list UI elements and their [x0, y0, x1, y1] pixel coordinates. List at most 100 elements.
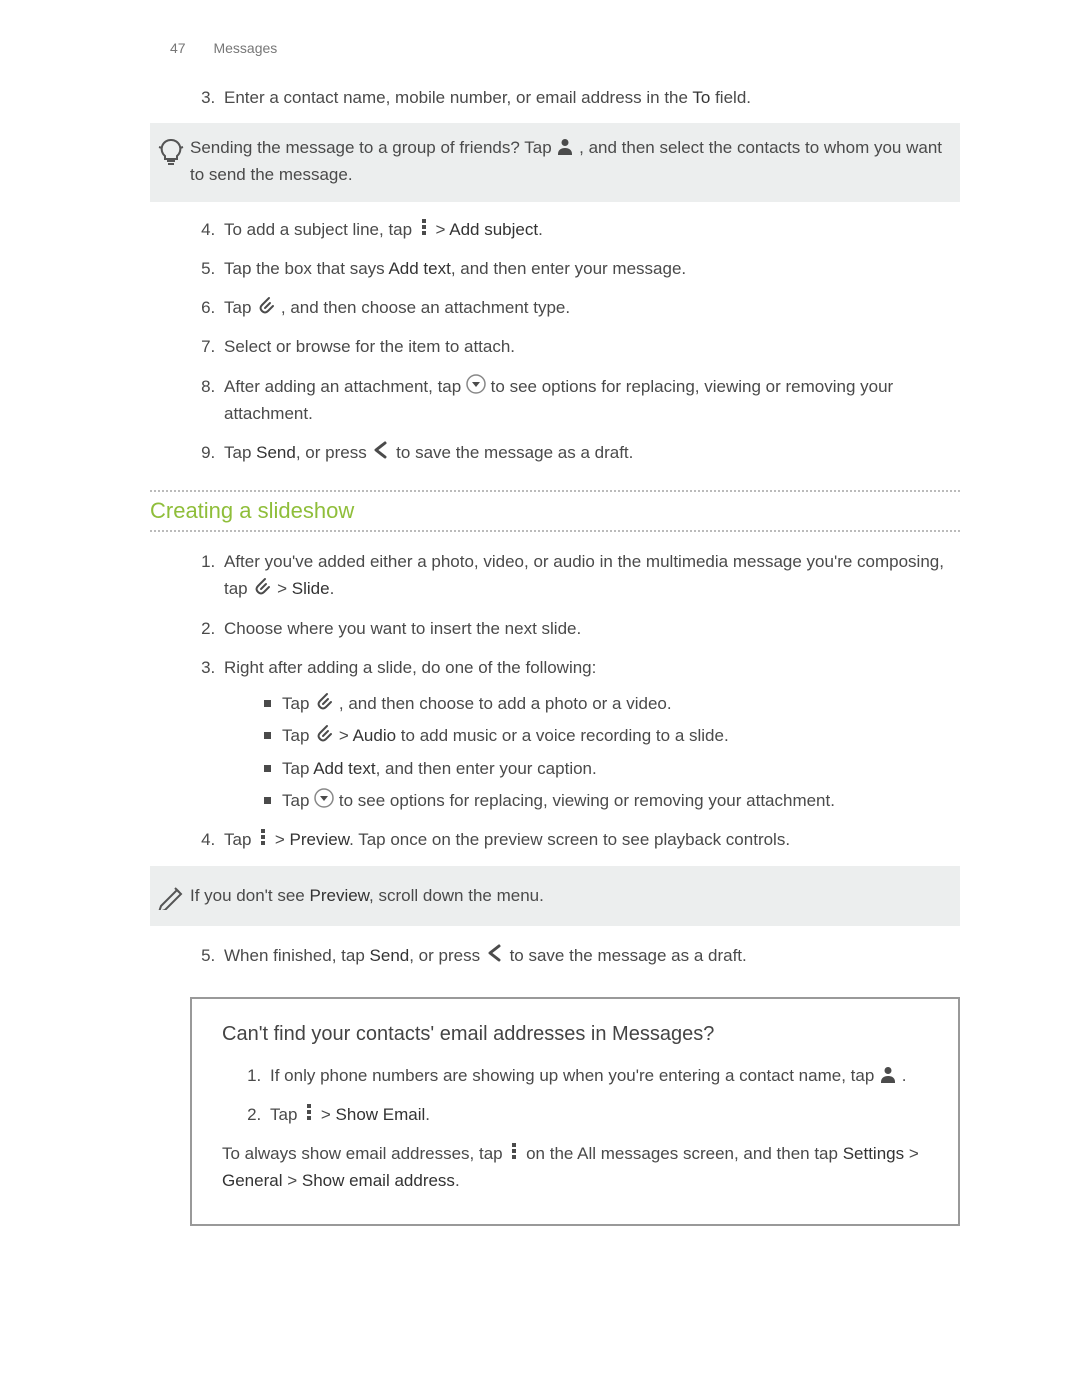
ss-step-3: Right after adding a slide, do one of th… [220, 654, 960, 815]
ss3-b4-suffix: to see options for replacing, viewing or… [339, 791, 835, 810]
contacts-email-callout: Can't find your contacts' email addresse… [190, 997, 960, 1227]
preview-note: If you don't see Preview, scroll down th… [150, 866, 960, 926]
attachment-icon [256, 295, 276, 315]
step-6-prefix: Tap [224, 298, 256, 317]
step-9: Tap Send, or press to save the message a… [220, 439, 960, 466]
step-9-prefix: Tap [224, 443, 256, 462]
step-3-suffix: field. [710, 88, 751, 107]
attachment-icon [314, 723, 334, 743]
section-title-slideshow: Creating a slideshow [150, 490, 960, 532]
dropdown-circle-icon [466, 374, 486, 394]
callout-list: If only phone numbers are showing up whe… [222, 1062, 928, 1128]
ss3-b2: Tap > Audio to add music or a voice reco… [264, 723, 960, 749]
page: 47 Messages Enter a contact name, mobile… [0, 0, 1080, 1397]
slide-label: Slide [292, 579, 330, 598]
ss3-b3-suffix: , and then enter your caption. [376, 759, 597, 778]
step-5-prefix: Tap the box that says [224, 259, 388, 278]
c1-prefix: If only phone numbers are showing up whe… [270, 1066, 879, 1085]
step-4-prefix: To add a subject line, tap [224, 220, 417, 239]
tip-text: Sending the message to a group of friend… [190, 135, 950, 188]
ss3-b1-suffix: , and then choose to add a photo or a vi… [339, 694, 672, 713]
ss-step-2: Choose where you want to insert the next… [220, 615, 960, 642]
page-header: 47 Messages [170, 40, 960, 56]
ss5-suffix: to save the message as a draft. [510, 946, 747, 965]
ss3-b4-prefix: Tap [282, 791, 314, 810]
ss3-b1-prefix: Tap [282, 694, 314, 713]
back-chevron-icon [485, 943, 505, 963]
steps-list-cont: To add a subject line, tap > Add subject… [150, 216, 960, 466]
ss-step-1: After you've added either a photo, video… [220, 548, 960, 602]
cb-suffix: . [455, 1171, 460, 1190]
to-label: To [692, 88, 710, 107]
group-send-tip: Sending the message to a group of friend… [150, 123, 960, 202]
back-chevron-icon [371, 440, 391, 460]
overflow-menu-icon [417, 217, 431, 237]
note-suffix: , scroll down the menu. [369, 886, 544, 905]
step-9-mid: , or press [296, 443, 372, 462]
ss1-suffix: . [330, 579, 335, 598]
slideshow-steps: After you've added either a photo, video… [150, 548, 960, 853]
send-label-2: Send [370, 946, 410, 965]
overflow-menu-icon [302, 1102, 316, 1122]
cb-gt1: > [904, 1144, 919, 1163]
settings-label: Settings [843, 1144, 904, 1163]
ss3-b3: Tap Add text, and then enter your captio… [264, 756, 960, 782]
ss4-prefix: Tap [224, 830, 256, 849]
c2-gt: > [321, 1105, 336, 1124]
step-8-prefix: After adding an attachment, tap [224, 377, 466, 396]
audio-label: Audio [353, 726, 396, 745]
cb-mid: on the All messages screen, and then tap [526, 1144, 843, 1163]
c2-prefix: Tap [270, 1105, 302, 1124]
person-icon [556, 137, 574, 155]
ss-step-4: Tap > Preview. Tap once on the preview s… [220, 826, 960, 853]
add-text-label-2: Add text [313, 759, 375, 778]
ss5-mid: , or press [409, 946, 485, 965]
step-7: Select or browse for the item to attach. [220, 333, 960, 360]
callout-step-2: Tap > Show Email. [266, 1101, 928, 1128]
lightbulb-icon [152, 135, 190, 167]
ss-step-5: When finished, tap Send, or press to sav… [220, 942, 960, 969]
step-5-suffix: , and then enter your message. [451, 259, 686, 278]
dropdown-circle-icon [314, 788, 334, 808]
person-icon [879, 1065, 897, 1083]
show-email-label: Show Email [336, 1105, 426, 1124]
step-5: Tap the box that says Add text, and then… [220, 255, 960, 282]
ss3-b3-prefix: Tap [282, 759, 313, 778]
steps-list: Enter a contact name, mobile number, or … [150, 84, 960, 111]
step-9-suffix: to save the message as a draft. [396, 443, 633, 462]
note-text: If you don't see Preview, scroll down th… [190, 883, 544, 909]
page-number: 47 [170, 40, 186, 56]
pencil-icon [152, 882, 190, 910]
ss3-bullets: Tap , and then choose to add a photo or … [224, 691, 960, 814]
ss3-lead: Right after adding a slide, do one of th… [224, 658, 596, 677]
c1-suffix: . [902, 1066, 907, 1085]
send-label: Send [256, 443, 296, 462]
step-3: Enter a contact name, mobile number, or … [220, 84, 960, 111]
cb-prefix: To always show email addresses, tap [222, 1144, 507, 1163]
step-4-gt: > [436, 220, 450, 239]
ss3-b2-prefix: Tap [282, 726, 314, 745]
tip-prefix: Sending the message to a group of friend… [190, 138, 556, 157]
general-label: General [222, 1171, 282, 1190]
callout-step-1: If only phone numbers are showing up whe… [266, 1062, 928, 1089]
show-email-address-label: Show email address [302, 1171, 455, 1190]
ss3-b2-gt: > [339, 726, 353, 745]
ss1-gt: > [277, 579, 292, 598]
ss3-b1: Tap , and then choose to add a photo or … [264, 691, 960, 717]
ss4-gt: > [275, 830, 290, 849]
overflow-menu-icon [507, 1141, 521, 1161]
step-3-prefix: Enter a contact name, mobile number, or … [224, 88, 692, 107]
c2-suffix: . [425, 1105, 430, 1124]
attachment-icon [252, 576, 272, 596]
callout-title: Can't find your contacts' email addresse… [222, 1023, 928, 1046]
step-8: After adding an attachment, tap to see o… [220, 373, 960, 427]
cb-gt2: > [282, 1171, 301, 1190]
header-section: Messages [213, 40, 277, 56]
step-4-suffix: . [538, 220, 543, 239]
callout-body: To always show email addresses, tap on t… [222, 1140, 928, 1194]
ss4-suffix: . Tap once on the preview screen to see … [349, 830, 790, 849]
preview-label-2: Preview [310, 886, 370, 905]
step-4: To add a subject line, tap > Add subject… [220, 216, 960, 243]
note-prefix: If you don't see [190, 886, 310, 905]
attachment-icon [314, 691, 334, 711]
